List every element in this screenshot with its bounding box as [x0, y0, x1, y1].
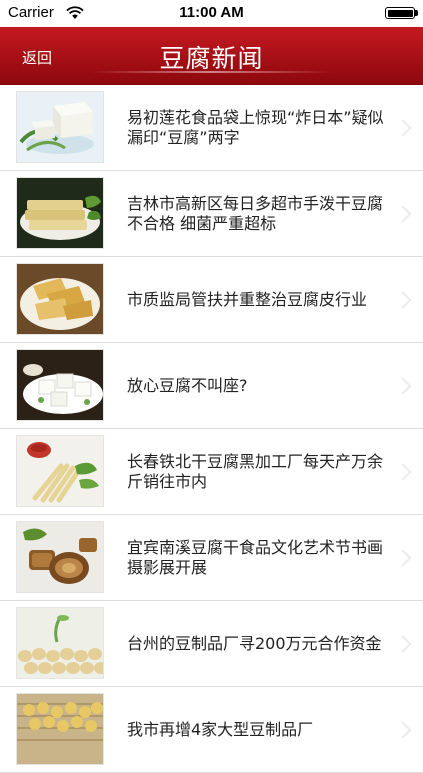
news-title: 易初莲花食品袋上惊现“炸日本”疑似漏印“豆腐”两字 — [127, 107, 384, 147]
news-title: 放心豆腐不叫座? — [127, 375, 248, 395]
chevron-right-icon — [394, 377, 412, 394]
news-title: 吉林市高新区每日多超市手泼干豆腐不合格 细菌严重超标 — [127, 193, 384, 233]
tofu-block-photo — [17, 92, 103, 162]
tofu-sticks-photo — [17, 436, 103, 506]
battery-icon — [385, 7, 415, 19]
news-title: 我市再增4家大型豆制品厂 — [127, 719, 314, 739]
dried-tofu-sheets-photo — [17, 178, 103, 248]
soybeans-photo — [17, 608, 103, 678]
page-title: 豆腐新闻 — [159, 44, 264, 73]
navigation-bar: 返回 豆腐新闻 — [0, 27, 423, 85]
chevron-right-icon — [394, 549, 412, 566]
chevron-right-icon — [394, 463, 412, 480]
chevron-right-icon — [394, 119, 412, 136]
news-item[interactable]: 吉林市高新区每日多超市手泼干豆腐不合格 细菌严重超标 — [0, 171, 423, 257]
news-list: 易初莲花食品袋上惊现“炸日本”疑似漏印“豆腐”两字 吉林市高新区每日多超市手泼干… — [0, 85, 423, 773]
battery-tip — [415, 10, 418, 16]
news-title: 长春铁北干豆腐黑加工厂每天产万余斤销往市内 — [127, 451, 384, 491]
chevron-right-icon — [394, 205, 412, 222]
news-item[interactable]: 长春铁北干豆腐黑加工厂每天产万余斤销往市内 — [0, 429, 423, 515]
news-item[interactable]: 宜宾南溪豆腐干食品文化艺术节书画摄影展开展 — [0, 515, 423, 601]
soybean-basket-photo — [17, 694, 103, 764]
clock: 11:00 AM — [179, 4, 244, 21]
news-title: 宜宾南溪豆腐干食品文化艺术节书画摄影展开展 — [127, 537, 384, 577]
braised-tofu-photo — [17, 522, 103, 592]
news-title: 台州的豆制品厂寻200万元合作资金 — [127, 633, 382, 653]
news-title: 市质监局管扶并重整治豆腐皮行业 — [127, 289, 368, 309]
news-item[interactable]: 易初莲花食品袋上惊现“炸日本”疑似漏印“豆腐”两字 — [0, 85, 423, 171]
tofu-skin-plate-photo — [17, 264, 103, 334]
chevron-right-icon — [394, 635, 412, 652]
news-item[interactable]: 市质监局管扶并重整治豆腐皮行业 — [0, 257, 423, 343]
tofu-cubes-photo — [17, 350, 103, 420]
news-item[interactable]: 台州的豆制品厂寻200万元合作资金 — [0, 601, 423, 687]
news-item[interactable]: 我市再增4家大型豆制品厂 — [0, 687, 423, 773]
status-bar: Carrier 11:00 AM — [0, 0, 423, 27]
chevron-right-icon — [394, 721, 412, 738]
chevron-right-icon — [394, 291, 412, 308]
news-item[interactable]: 放心豆腐不叫座? — [0, 343, 423, 429]
